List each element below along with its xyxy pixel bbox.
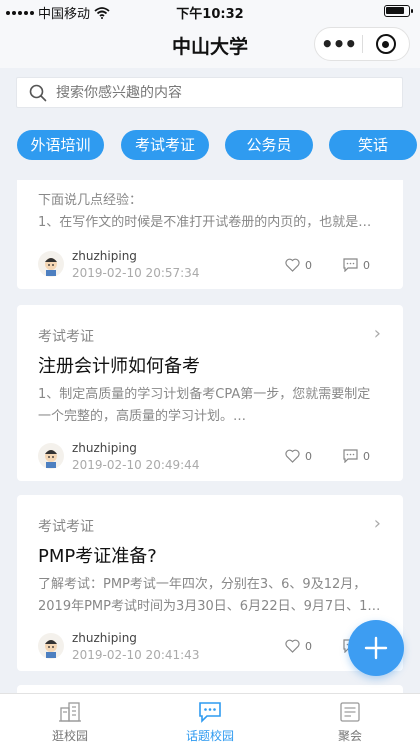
search-icon — [29, 84, 47, 101]
author-name: zhuzhiping — [72, 631, 137, 645]
tab-topic-campus[interactable]: 话题校园 — [140, 694, 280, 747]
like-button[interactable]: 0 — [285, 449, 312, 463]
post-excerpt-line: 了解考试：PMP考试一年四次，分别在3、6、9及12月， — [38, 577, 367, 592]
post-excerpt-line: 1、制定高质量的学习计划备考CPA第一步，您就需要制定 — [38, 387, 371, 402]
search-input[interactable] — [56, 84, 376, 101]
chevron-right-icon: › — [373, 513, 381, 534]
search-bar[interactable] — [16, 77, 403, 108]
campus-building-icon — [59, 702, 81, 722]
post-feed: 下面说几点经验： 1、在写作文的时候是不准打开试卷册的内页的，也就是… zhuz… — [17, 180, 403, 693]
like-button[interactable]: 0 — [285, 258, 312, 272]
post-excerpt-line: 下面说几点经验： — [38, 193, 143, 208]
close-miniprogram-button[interactable] — [363, 34, 409, 54]
topic-tags: 外语培训 考试考证 公务员 笑话 — [17, 130, 420, 160]
comment-count: 0 — [363, 258, 370, 272]
heart-icon — [285, 258, 300, 272]
like-count: 0 — [305, 258, 312, 272]
tab-browse-campus[interactable]: 逛校园 — [0, 694, 140, 747]
tab-gathering[interactable]: 聚会 — [280, 694, 420, 747]
post-title: 注册会计师如何备考 — [38, 356, 200, 377]
author-name: zhuzhiping — [72, 441, 137, 455]
post-card[interactable]: 考试考证 › PMP考证准备? 了解考试：PMP考试一年四次，分别在3、6、9及… — [17, 495, 403, 671]
author-name: zhuzhiping — [72, 249, 137, 263]
post-category: 考试考证 — [38, 519, 94, 535]
heart-icon — [285, 449, 300, 463]
chevron-right-icon: › — [373, 323, 381, 344]
chat-bubble-icon — [199, 702, 221, 723]
tab-label: 聚会 — [337, 729, 362, 743]
capsule-menu: ••• — [314, 27, 410, 61]
post-card[interactable]: 下面说几点经验： 1、在写作文的时候是不准打开试卷册的内页的，也就是… zhuz… — [17, 180, 403, 289]
avatar[interactable] — [38, 251, 64, 277]
comment-button[interactable]: 0 — [343, 449, 370, 463]
post-time: 2019-02-10 20:49:44 — [72, 458, 200, 472]
add-post-button[interactable] — [348, 620, 404, 676]
tab-label: 话题校园 — [185, 729, 234, 743]
plus-icon — [364, 636, 388, 660]
post-time: 2019-02-10 20:41:43 — [72, 648, 200, 662]
post-excerpt-line: 2019年PMP考试时间为3月30日、6月22日、9月7日、1… — [38, 599, 381, 614]
status-time: 下午10:32 — [176, 7, 244, 22]
post-excerpt-line: 一个完整的，高质量的学习计划。… — [38, 409, 247, 424]
comment-count: 0 — [363, 449, 370, 463]
target-icon — [375, 34, 396, 54]
post-card[interactable]: 考试考证 › 注册会计师如何备考 1、制定高质量的学习计划备考CPA第一步，您就… — [17, 305, 403, 481]
post-excerpt: 下面说几点经验： 1、在写作文的时候是不准打开试卷册的内页的，也就是… — [38, 190, 384, 234]
newspaper-icon — [340, 702, 360, 722]
comment-button[interactable]: 0 — [343, 258, 370, 272]
post-title: PMP考证准备? — [38, 546, 157, 567]
battery-icon — [384, 5, 413, 17]
tab-label: 逛校园 — [51, 729, 88, 743]
tag-foreign-language[interactable]: 外语培训 — [17, 130, 104, 160]
nav-bar: 中山大学 ••• — [0, 22, 420, 68]
post-card[interactable] — [17, 685, 403, 693]
like-count: 0 — [305, 639, 312, 653]
like-count: 0 — [305, 449, 312, 463]
heart-icon — [285, 639, 300, 653]
post-excerpt: 1、制定高质量的学习计划备考CPA第一步，您就需要制定 一个完整的，高质量的学习… — [38, 384, 384, 428]
post-time: 2019-02-10 20:57:34 — [72, 266, 200, 280]
comment-icon — [343, 449, 358, 463]
post-excerpt: 了解考试：PMP考试一年四次，分别在3、6、9及12月， 2019年PMP考试时… — [38, 574, 384, 618]
status-bar: 中国移动 下午10:32 — [0, 0, 420, 22]
tag-civil-servant[interactable]: 公务员 — [225, 130, 313, 160]
post-excerpt-line: 1、在写作文的时候是不准打开试卷册的内页的，也就是… — [38, 215, 372, 230]
avatar[interactable] — [38, 633, 64, 659]
post-category: 考试考证 — [38, 329, 94, 345]
ellipsis-icon[interactable]: ••• — [315, 34, 362, 54]
avatar[interactable] — [38, 443, 64, 469]
tab-bar: 逛校园 话题校园 聚会 — [0, 693, 420, 747]
like-button[interactable]: 0 — [285, 639, 312, 653]
comment-icon — [343, 258, 358, 272]
tag-jokes[interactable]: 笑话 — [329, 130, 417, 160]
tag-exam-certificate[interactable]: 考试考证 — [121, 130, 209, 160]
